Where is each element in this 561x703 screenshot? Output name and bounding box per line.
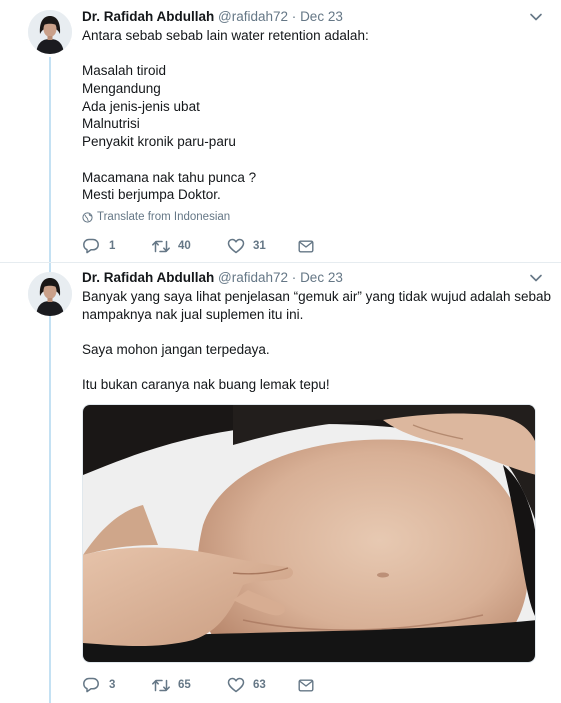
tweet-photo[interactable] [82, 404, 536, 663]
tweet[interactable]: Dr. Rafidah Abdullah @rafidah72 · Dec 23… [0, 264, 561, 703]
tweet-text-line: Mesti berjumpa Doktor. [82, 187, 221, 203]
retweet-count: 65 [178, 679, 191, 691]
retweet-icon [152, 240, 170, 252]
author-handle[interactable]: @rafidah72 [218, 270, 288, 285]
reply-icon [83, 677, 99, 693]
author-handle[interactable]: @rafidah72 [218, 9, 288, 24]
author-name[interactable]: Dr. Rafidah Abdullah [82, 270, 214, 285]
like-count: 31 [253, 240, 266, 252]
reply-button[interactable]: 3 [82, 677, 151, 693]
direct-message-button[interactable] [298, 240, 314, 253]
tweet-date[interactable]: Dec 23 [300, 9, 343, 24]
heart-icon [227, 677, 245, 693]
retweet-count: 40 [178, 240, 191, 252]
reply-count: 1 [109, 240, 116, 252]
retweet-button[interactable]: 40 [151, 239, 227, 254]
envelope-icon [298, 240, 314, 253]
retweet-button[interactable]: 65 [151, 678, 227, 693]
tweet-actions: 1 40 31 [82, 236, 314, 256]
translate-link[interactable]: Translate from Indonesian [82, 211, 230, 223]
heart-icon [227, 238, 245, 254]
like-button[interactable]: 63 [227, 677, 298, 693]
avatar[interactable] [28, 272, 72, 316]
avatar[interactable] [28, 10, 72, 54]
tweet-header: Dr. Rafidah Abdullah @rafidah72 · Dec 23 [82, 270, 543, 288]
chevron-down-icon[interactable] [529, 272, 543, 284]
translate-label[interactable]: Translate from Indonesian [97, 211, 230, 223]
reply-button[interactable]: 1 [82, 238, 151, 254]
tweet-text-line: Saya mohon jangan terpedaya. [82, 342, 270, 358]
tweet-text-line: Antara sebab sebab lain water retention … [82, 28, 369, 43]
tweet-text-line: Masalah tiroid [82, 63, 167, 79]
tweet-text-line: Mengandung [82, 81, 161, 97]
envelope-icon [298, 679, 314, 692]
separator-dot: · [291, 9, 297, 24]
direct-message-button[interactable] [298, 679, 314, 692]
retweet-icon [152, 679, 170, 691]
tweet[interactable]: Dr. Rafidah Abdullah @rafidah72 · Dec 23… [0, 0, 561, 263]
reply-icon [83, 238, 99, 254]
tweet-actions: 3 65 63 [82, 675, 314, 695]
separator-dot: · [291, 270, 297, 285]
chevron-down-icon[interactable] [529, 11, 543, 23]
like-count: 63 [253, 679, 266, 691]
tweet-text-line: Banyak yang saya lihat penjelasan “gemuk… [82, 289, 552, 304]
tweet-date[interactable]: Dec 23 [300, 270, 343, 285]
tweet-text-line: Itu bukan caranya nak buang lemak tepu! [82, 377, 330, 393]
tweet-text-line: Malnutrisi [82, 116, 140, 132]
author-name[interactable]: Dr. Rafidah Abdullah [82, 9, 214, 24]
tweet-text: Antara sebab sebab lain water retention … [82, 27, 541, 204]
tweet-text-line: Ada jenis-jenis ubat [82, 98, 200, 114]
reply-count: 3 [109, 679, 116, 691]
tweet-header: Dr. Rafidah Abdullah @rafidah72 · Dec 23 [82, 9, 543, 27]
tweet-text: Banyak yang saya lihat penjelasan “gemuk… [82, 288, 552, 394]
tweet-text-line: Penyakit kronik paru-paru [82, 134, 236, 150]
belly-fat-photo [83, 405, 535, 662]
tweet-text-line: Macamana nak tahu punca ? [82, 169, 257, 185]
tweet-text-line: nampaknya nak jual suplemen itu ini. [82, 306, 304, 322]
like-button[interactable]: 31 [227, 238, 298, 254]
globe-icon [82, 211, 93, 223]
